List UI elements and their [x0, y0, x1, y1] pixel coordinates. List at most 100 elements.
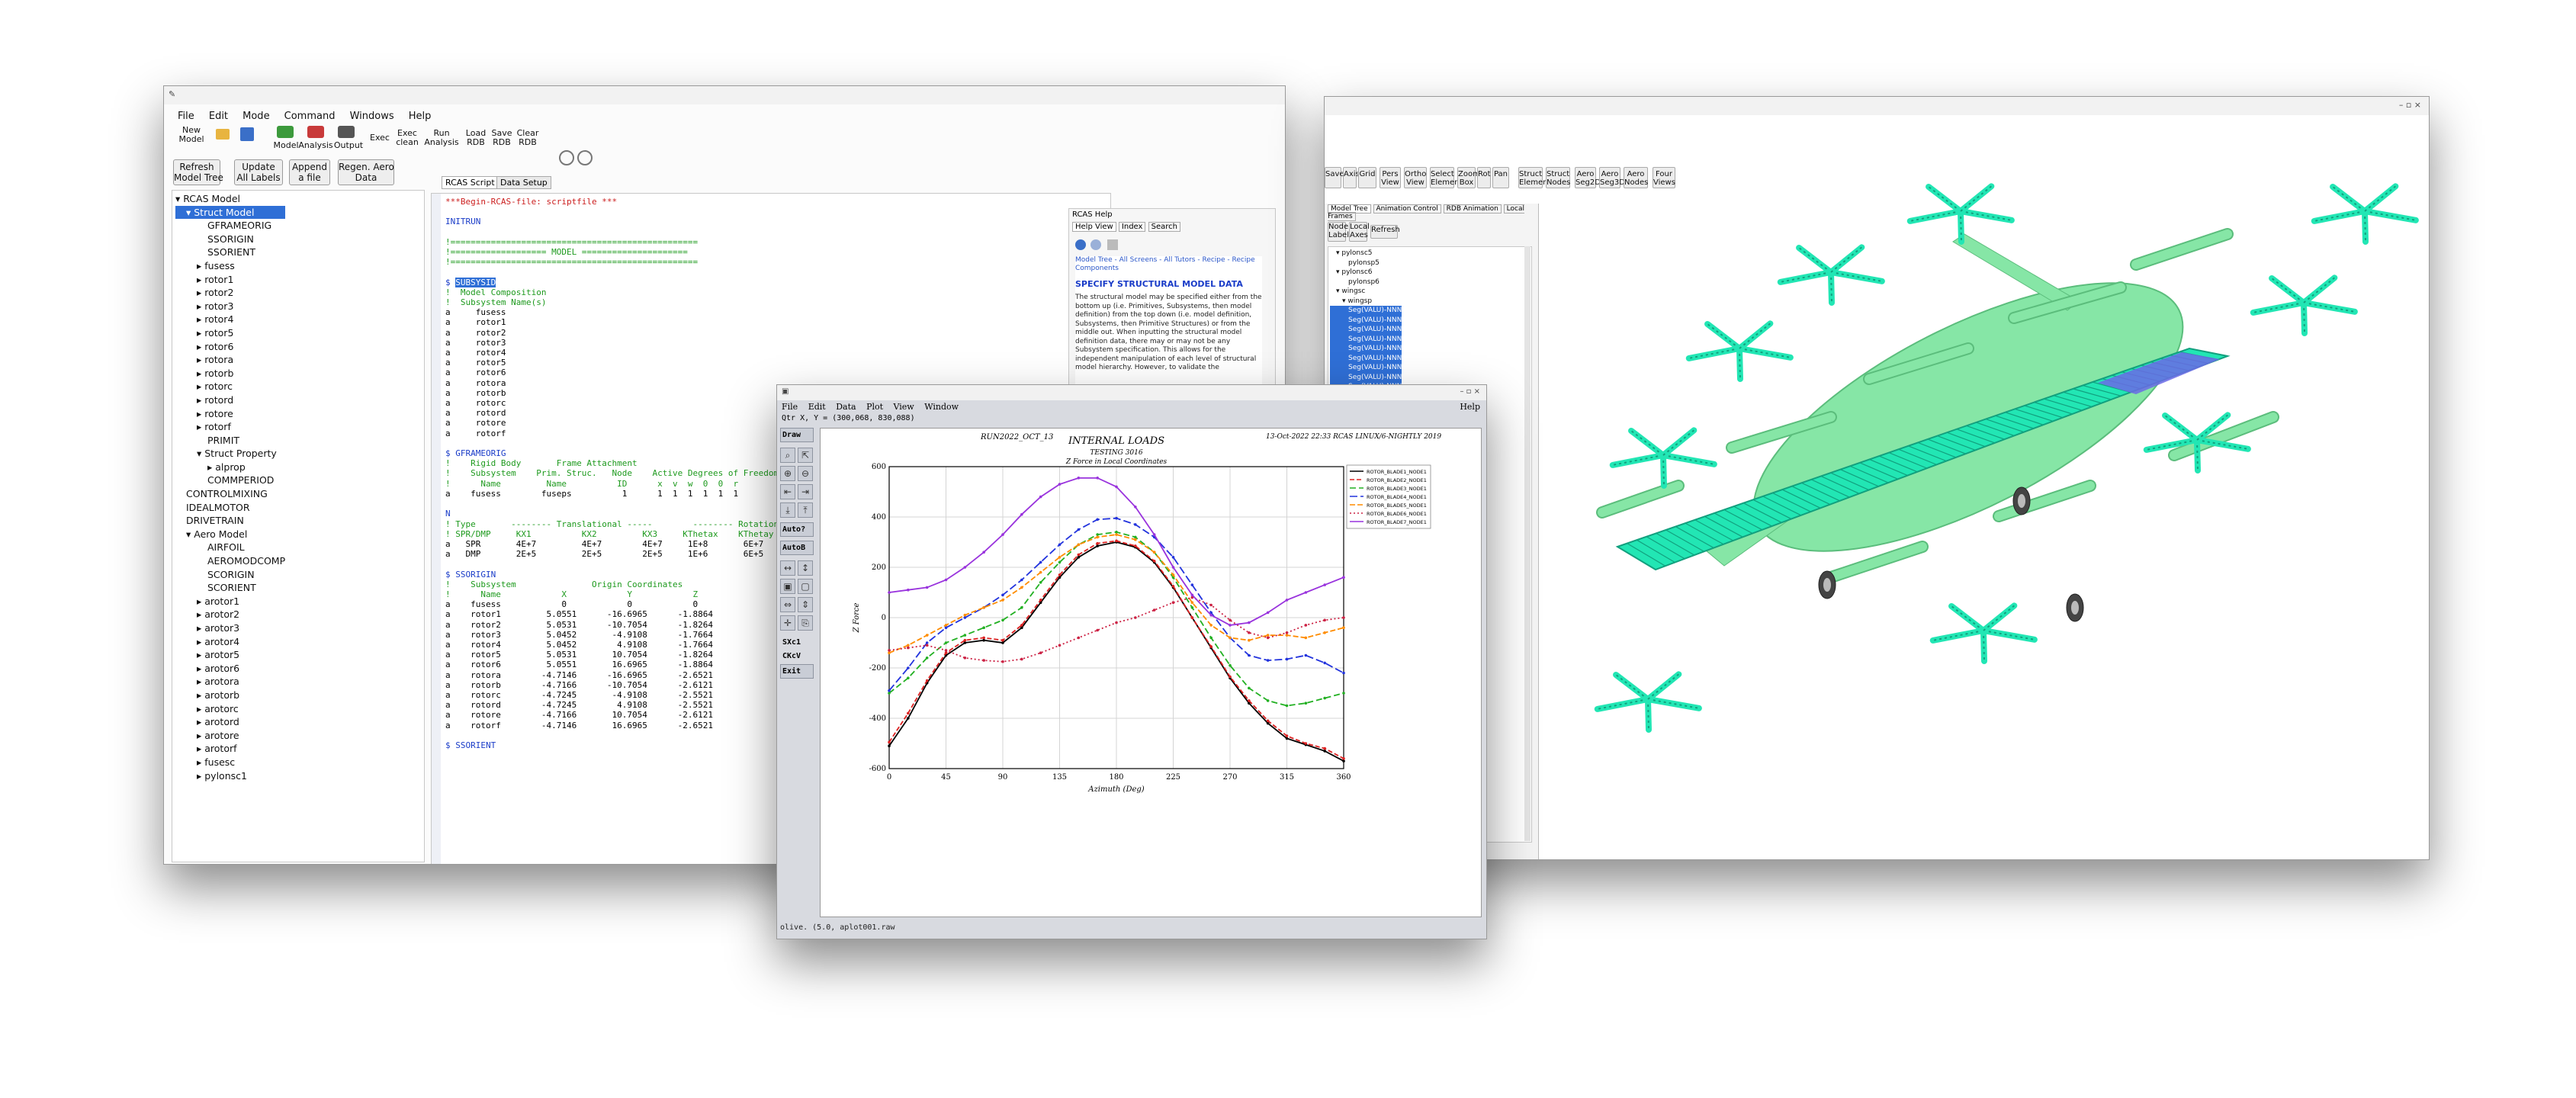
viewer-toolbar-button[interactable]: Ortho View — [1404, 167, 1427, 188]
plot-menu-file[interactable]: File — [782, 402, 798, 412]
tab-help-view[interactable]: Help View — [1072, 222, 1116, 232]
save-disk-icon[interactable] — [240, 127, 254, 141]
exit-button[interactable]: Exit — [780, 664, 814, 679]
tree-item[interactable]: ▸ arotor5 — [175, 648, 285, 662]
viewer-toolbar-button[interactable]: Save — [1325, 167, 1344, 188]
plot-menu-window[interactable]: Window — [924, 402, 959, 412]
update-all-labels-button[interactable]: Update All Labels — [234, 159, 283, 185]
exec-button[interactable]: Exec — [368, 133, 391, 143]
tree-item[interactable]: ▾ Struct Model — [175, 205, 286, 220]
z-force-chart[interactable]: INTERNAL LOADS TESTING 3016Z Force in Loc… — [821, 429, 1481, 917]
clear-rdb-button[interactable]: Clear RDB — [516, 129, 539, 147]
tab-index[interactable]: Index — [1118, 222, 1146, 232]
menu-help[interactable]: Help — [409, 111, 432, 122]
load-rdb-button[interactable]: Load RDB — [464, 129, 487, 147]
shift-left-icon[interactable]: ⇤ — [780, 484, 795, 499]
viewer-toolbar-button[interactable]: Select Element — [1430, 167, 1462, 188]
tree-item[interactable]: CONTROLMIXING — [175, 487, 285, 501]
tree-item[interactable]: ▸ rotorb — [175, 367, 285, 380]
tree-item[interactable]: ▸ arotor2 — [175, 608, 285, 621]
tree-item[interactable]: Seg(VALU)-NNN — [1330, 334, 1402, 344]
zoom-icon[interactable]: ⌕ — [780, 448, 795, 463]
back-circle-icon[interactable] — [559, 150, 574, 165]
tree-item[interactable]: Seg(VALU)-NNN — [1330, 363, 1402, 373]
ckcv-button[interactable]: CKcV — [780, 649, 814, 663]
tree-item[interactable]: SSORIENT — [175, 246, 285, 259]
zoom-y-icon[interactable]: ↕ — [798, 560, 813, 576]
tree-item[interactable]: AIRFOIL — [175, 541, 285, 554]
cursor-icon[interactable]: ✛ — [780, 615, 795, 631]
sxc1-button[interactable]: SXc1 — [780, 635, 814, 650]
help-breadcrumb[interactable]: Model Tree - All Screens - All Tutors - … — [1075, 256, 1262, 273]
script-text[interactable]: ***Begin-RCAS-file: scriptfile *** INITR… — [445, 197, 824, 750]
tree-item[interactable]: ▾ pylonsc5 — [1330, 249, 1402, 258]
shift-right-icon[interactable]: ⇥ — [798, 484, 813, 499]
box-out-icon[interactable]: ▢ — [798, 579, 813, 594]
tab-rcas-script[interactable]: RCAS Script — [442, 176, 499, 189]
viewer-toolbar-button[interactable]: Pers View — [1380, 167, 1401, 188]
tree-item[interactable]: Seg(VALU)-NNN — [1330, 344, 1402, 354]
window-controls[interactable]: – ▫ × — [2399, 100, 2421, 110]
help-nav-forward-icon[interactable] — [1090, 239, 1101, 250]
tree-item[interactable]: ▸ rotor4 — [175, 313, 285, 326]
auto-x-button[interactable]: Auto? — [780, 522, 814, 537]
tree-item[interactable]: ▸ arotor4 — [175, 635, 285, 649]
tree-item[interactable]: ▸ rotore — [175, 407, 285, 421]
copy-icon[interactable]: ⎘ — [798, 615, 813, 631]
tree-item[interactable]: ▸ arotorc — [175, 702, 285, 716]
auto-b-button[interactable]: AutoB — [780, 541, 814, 555]
tree-item[interactable]: ▸ rotorf — [175, 420, 285, 434]
tab-search[interactable]: Search — [1148, 222, 1180, 232]
tree-item[interactable]: ▸ rotor2 — [175, 286, 285, 300]
refresh-button[interactable]: Refresh — [1370, 225, 1400, 239]
menu-edit[interactable]: Edit — [209, 111, 228, 122]
append-file-button[interactable]: Append a file — [289, 159, 330, 185]
tree-item[interactable]: ▸ rotor6 — [175, 340, 285, 354]
tree-item[interactable]: ▸ rotor1 — [175, 273, 285, 287]
viewer-toolbar-button[interactable]: Grid — [1358, 167, 1376, 188]
tree-item[interactable]: ▸ arotor3 — [175, 621, 285, 635]
viewer-toolbar-button[interactable]: Pan — [1492, 167, 1509, 188]
tree-item[interactable]: ▸ arotorb — [175, 689, 285, 702]
tree-item[interactable]: IDEALMOTOR — [175, 501, 285, 515]
tree-item[interactable]: ▸ rotor5 — [175, 326, 285, 340]
plot-menu-view[interactable]: View — [894, 402, 914, 412]
tree-item[interactable]: Seg(VALU)-NNN — [1330, 353, 1402, 363]
menu-command[interactable]: Command — [284, 111, 336, 122]
shift-down-icon[interactable]: ⤓ — [780, 502, 795, 518]
model-tree[interactable]: ▾ RCAS Model ▾ Struct Model GFRAMEORIG SSOR… — [175, 192, 286, 783]
menu-windows[interactable]: Windows — [350, 111, 394, 122]
shift-up-icon[interactable]: ⤒ — [798, 502, 813, 518]
tree-item[interactable]: ▾ wingsp — [1330, 297, 1402, 307]
zoom-x-icon[interactable]: ↔ — [780, 560, 795, 576]
tree-item[interactable]: ▸ fusesc — [175, 756, 285, 769]
tree-item[interactable]: COMMPERIOD — [175, 474, 285, 487]
tree-item[interactable]: pylonsp6 — [1330, 278, 1402, 287]
forward-circle-icon[interactable] — [577, 150, 593, 165]
tree-item[interactable]: GFRAMEORIG — [175, 219, 285, 233]
plot-menu-plot[interactable]: Plot — [866, 402, 883, 412]
aircraft-3d-view[interactable] — [1541, 120, 2426, 856]
tree-item[interactable]: DRIVETRAIN — [175, 514, 285, 528]
viewer-toolbar-button[interactable]: Rot — [1477, 167, 1491, 188]
local-axes-button[interactable]: Local Axes — [1349, 222, 1370, 242]
pan-icon[interactable]: ⇱ — [798, 448, 813, 463]
help-nav-back-icon[interactable] — [1075, 239, 1086, 250]
viewer-toolbar-button[interactable]: Struct Element — [1518, 167, 1550, 188]
tree-item[interactable]: Seg(VALU)-NNN — [1330, 306, 1402, 316]
help-print-icon[interactable] — [1107, 239, 1118, 250]
model-mode-icon[interactable] — [277, 126, 294, 138]
tab-animation-control[interactable]: Animation Control — [1373, 204, 1441, 214]
fit-y-icon[interactable]: ⇕ — [798, 597, 813, 612]
tree-item[interactable]: ▸ pylonsc1 — [175, 769, 285, 783]
viewer-model-tree[interactable]: ▾ pylonsc5 pylonsp5 ▾ pylonsc6 pylonsp6 ▾ wi… — [1330, 249, 1402, 392]
tree-item[interactable]: PRIMIT — [175, 434, 285, 448]
tree-item[interactable]: ▾ wingsc — [1330, 287, 1402, 297]
tree-scrollbar[interactable] — [1524, 246, 1531, 841]
plot-menu-edit[interactable]: Edit — [808, 402, 826, 412]
tree-item[interactable]: SSORIGIN — [175, 233, 285, 246]
run-analysis-button[interactable]: Run Analysis — [423, 129, 460, 147]
refresh-model-tree-button[interactable]: Refresh Model Tree — [173, 159, 223, 185]
exec-clean-button[interactable]: Exec clean — [394, 129, 420, 147]
analysis-mode-icon[interactable] — [307, 126, 324, 138]
